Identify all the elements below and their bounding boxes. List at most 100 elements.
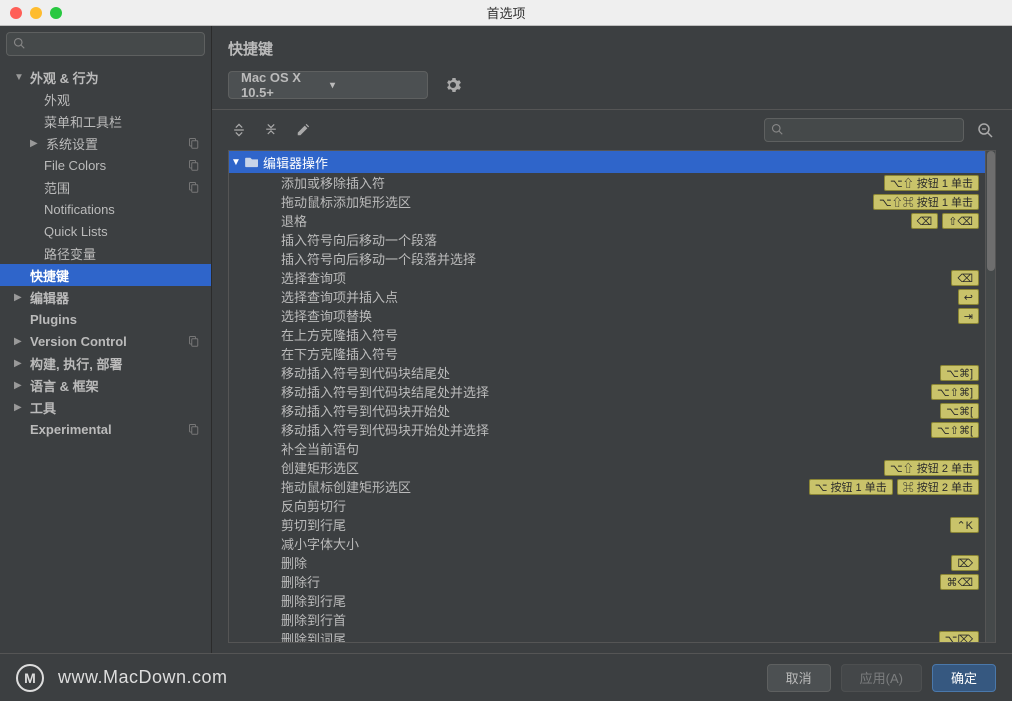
sidebar-item-8[interactable]: 路径变量 [0, 242, 211, 264]
action-row[interactable]: 创建矩形选区⌥⇧ 按钮 2 单击 [229, 458, 985, 477]
sidebar-item-label: Plugins [30, 312, 187, 327]
sidebar-item-16[interactable]: Experimental [0, 418, 211, 440]
action-label: 移动插入符号到代码块结尾处并选择 [229, 382, 931, 401]
scrollbar-thumb[interactable] [987, 151, 995, 271]
action-row[interactable]: 移动插入符号到代码块开始处并选择⌥⇧⌘[ [229, 420, 985, 439]
settings-tree[interactable]: 外观 & 行为外观菜单和工具栏系统设置File Colors 范围Notifica… [0, 62, 211, 653]
chevron-down-icon: ▾ [330, 80, 419, 91]
sidebar-item-6[interactable]: Notifications [0, 198, 211, 220]
sidebar-item-label: Quick Lists [44, 224, 187, 239]
action-label: 选择查询项并插入点 [229, 287, 958, 306]
action-label: 移动插入符号到代码块结尾处 [229, 363, 940, 382]
action-label: 剪切到行尾 [229, 515, 950, 534]
action-row[interactable]: 选择查询项替换⇥ [229, 306, 985, 325]
action-label: 移动插入符号到代码块开始处 [229, 401, 940, 420]
collapse-all-button[interactable] [260, 119, 282, 141]
zoom-window-button[interactable] [50, 7, 62, 19]
sidebar-item-label: 编辑器 [30, 288, 187, 307]
keymap-select[interactable]: Mac OS X 10.5+ ▾ [228, 71, 428, 99]
action-row[interactable]: 移动插入符号到代码块结尾处并选择⌥⇧⌘] [229, 382, 985, 401]
sidebar-item-3[interactable]: 系统设置 [0, 132, 211, 154]
sidebar-item-13[interactable]: 构建, 执行, 部署 [0, 352, 211, 374]
sidebar-item-5[interactable]: 范围 [0, 176, 211, 198]
action-row[interactable]: 剪切到行尾⌃K [229, 515, 985, 534]
shortcut-chip: ⌥⌘[ [940, 403, 979, 419]
page-title: 快捷键 [228, 38, 996, 59]
sidebar-search-field[interactable] [29, 37, 198, 51]
action-label: 插入符号向后移动一个段落并选择 [229, 249, 979, 268]
sidebar-item-7[interactable]: Quick Lists [0, 220, 211, 242]
action-row[interactable]: 拖动鼠标创建矩形选区⌥ 按钮 1 单击⌘ 按钮 2 单击 [229, 477, 985, 496]
sidebar-item-15[interactable]: 工具 [0, 396, 211, 418]
action-row[interactable]: 添加或移除插入符⌥⇧ 按钮 1 单击 [229, 173, 985, 192]
sidebar-item-label: 范围 [44, 178, 187, 197]
action-row[interactable]: 在下方克隆插入符号 [229, 344, 985, 363]
action-row[interactable]: 补全当前语句 [229, 439, 985, 458]
sidebar-item-label: 快捷键 [30, 266, 187, 285]
sidebar-item-1[interactable]: 外观 [0, 88, 211, 110]
apply-button[interactable]: 应用(A) [841, 664, 922, 692]
action-label: 拖动鼠标添加矩形选区 [229, 192, 873, 211]
scrollbar[interactable] [985, 151, 995, 642]
action-group-label: 编辑器操作 [263, 153, 979, 172]
action-row[interactable]: 移动插入符号到代码块开始处⌥⌘[ [229, 401, 985, 420]
action-row[interactable]: 移动插入符号到代码块结尾处⌥⌘] [229, 363, 985, 382]
action-row[interactable]: 减小字体大小 [229, 534, 985, 553]
action-row[interactable]: 退格⌫⇧⌫ [229, 211, 985, 230]
tree-arrow-icon [14, 402, 26, 413]
sidebar-item-11[interactable]: Plugins [0, 308, 211, 330]
action-label: 选择查询项 [229, 268, 951, 287]
sidebar-item-4[interactable]: File Colors [0, 154, 211, 176]
keymap-settings-button[interactable] [440, 72, 466, 98]
action-row[interactable]: 选择查询项⌫ [229, 268, 985, 287]
action-row[interactable]: 删除到词尾⌥⌦ [229, 629, 985, 642]
shortcut-chip: ⌥⌘] [940, 365, 979, 381]
actions-search-field[interactable] [787, 123, 957, 137]
settings-sidebar: 外观 & 行为外观菜单和工具栏系统设置File Colors 范围Notifica… [0, 26, 212, 653]
action-label: 拖动鼠标创建矩形选区 [229, 477, 809, 496]
action-row[interactable]: 插入符号向后移动一个段落并选择 [229, 249, 985, 268]
tree-arrow-icon [14, 380, 26, 391]
action-row[interactable]: 插入符号向后移动一个段落 [229, 230, 985, 249]
cancel-button[interactable]: 取消 [767, 664, 831, 692]
action-label: 减小字体大小 [229, 534, 979, 553]
project-badge-icon [187, 181, 201, 193]
action-row[interactable]: 拖动鼠标添加矩形选区⌥⇧⌘ 按钮 1 单击 [229, 192, 985, 211]
action-group-header[interactable]: ▼编辑器操作 [229, 151, 985, 173]
find-by-shortcut-button[interactable] [974, 119, 996, 141]
action-label: 在下方克隆插入符号 [229, 344, 979, 363]
tree-arrow-icon [14, 336, 26, 347]
actions-list[interactable]: ▼编辑器操作添加或移除插入符⌥⇧ 按钮 1 单击拖动鼠标添加矩形选区⌥⇧⌘ 按钮… [229, 151, 985, 642]
sidebar-item-10[interactable]: 编辑器 [0, 286, 211, 308]
sidebar-search-input[interactable] [6, 32, 205, 56]
action-row[interactable]: 在上方克隆插入符号 [229, 325, 985, 344]
action-row[interactable]: 反向剪切行 [229, 496, 985, 515]
shortcut-chip: ⌥⇧⌘ 按钮 1 单击 [873, 194, 979, 210]
sidebar-item-12[interactable]: Version Control [0, 330, 211, 352]
sidebar-item-label: 路径变量 [44, 244, 187, 263]
sidebar-item-0[interactable]: 外观 & 行为 [0, 66, 211, 88]
action-row[interactable]: 删除行⌘⌫ [229, 572, 985, 591]
sidebar-item-14[interactable]: 语言 & 框架 [0, 374, 211, 396]
action-row[interactable]: 选择查询项并插入点↩ [229, 287, 985, 306]
action-row[interactable]: 删除到行尾 [229, 591, 985, 610]
actions-search-input[interactable] [764, 118, 964, 142]
edit-shortcut-button[interactable] [292, 119, 314, 141]
search-icon [13, 37, 25, 52]
pencil-icon [296, 123, 310, 137]
divider [212, 109, 1012, 110]
find-shortcut-icon [977, 122, 993, 138]
shortcut-chip: ⌥⇧ 按钮 2 单击 [884, 460, 979, 476]
project-badge-icon [187, 335, 201, 347]
action-row[interactable]: 删除到行首 [229, 610, 985, 629]
ok-button[interactable]: 确定 [932, 664, 996, 692]
close-window-button[interactable] [10, 7, 22, 19]
sidebar-item-2[interactable]: 菜单和工具栏 [0, 110, 211, 132]
tree-arrow-icon [14, 72, 26, 83]
expand-icon [231, 122, 247, 138]
expand-all-button[interactable] [228, 119, 250, 141]
gear-icon [445, 77, 461, 93]
sidebar-item-9[interactable]: 快捷键 [0, 264, 211, 286]
action-row[interactable]: 删除⌦ [229, 553, 985, 572]
minimize-window-button[interactable] [30, 7, 42, 19]
